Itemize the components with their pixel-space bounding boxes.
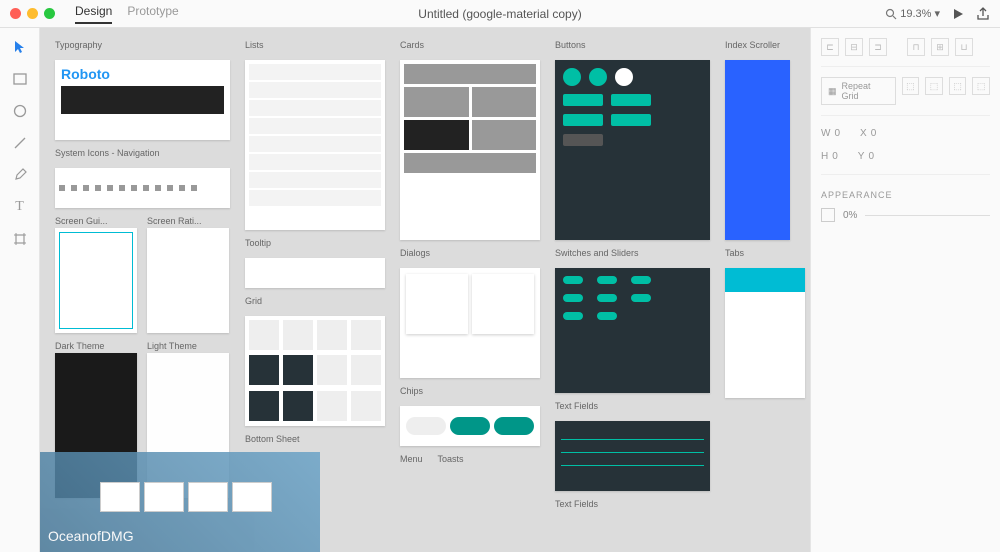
line-tool[interactable] bbox=[11, 134, 29, 152]
minimize-window[interactable] bbox=[27, 8, 38, 19]
toolbar: T bbox=[0, 28, 40, 552]
zoom-control[interactable]: 19.3% ▾ bbox=[885, 7, 940, 20]
label-text-fields: Text Fields bbox=[555, 401, 710, 411]
label-toasts: Toasts bbox=[438, 454, 464, 464]
roboto-text: Roboto bbox=[61, 66, 224, 82]
artboard-switches[interactable] bbox=[555, 268, 710, 393]
label-screen-guide: Screen Gui... bbox=[55, 216, 137, 226]
align-top[interactable]: ⊓ bbox=[907, 38, 925, 56]
artboard-tabs[interactable] bbox=[725, 268, 805, 398]
play-icon[interactable] bbox=[952, 8, 964, 20]
artboard-dialogs[interactable] bbox=[400, 268, 540, 378]
close-window[interactable] bbox=[10, 8, 21, 19]
label-buttons: Buttons bbox=[555, 40, 710, 50]
artboard-screen-guide[interactable] bbox=[55, 228, 137, 333]
search-icon bbox=[885, 8, 897, 20]
op4[interactable]: ⬚ bbox=[972, 77, 990, 95]
artboard-lists[interactable] bbox=[245, 60, 385, 230]
opacity-value[interactable]: 0% bbox=[843, 210, 857, 221]
share-icon[interactable] bbox=[976, 7, 990, 21]
text-tool[interactable]: T bbox=[11, 198, 29, 216]
align-center-h[interactable]: ⊟ bbox=[845, 38, 863, 56]
label-cards: Cards bbox=[400, 40, 540, 50]
artboard-tooltip[interactable] bbox=[245, 258, 385, 288]
canvas[interactable]: Typography Roboto System Icons - Navigat… bbox=[40, 28, 810, 552]
label-sysicons: System Icons - Navigation bbox=[55, 148, 230, 158]
grid-icon: ▦ bbox=[828, 86, 837, 97]
op1[interactable]: ⬚ bbox=[902, 77, 920, 95]
align-right[interactable]: ⊐ bbox=[869, 38, 887, 56]
artboard-buttons[interactable] bbox=[555, 60, 710, 240]
label-menu: Menu bbox=[400, 454, 423, 464]
opacity-swatch[interactable] bbox=[821, 208, 835, 222]
label-dialogs: Dialogs bbox=[400, 248, 540, 258]
label-lists: Lists bbox=[245, 40, 385, 50]
artboard-typography[interactable]: Roboto bbox=[55, 60, 230, 140]
label-bottom-sheet: Bottom Sheet bbox=[245, 434, 385, 444]
artboard-text-fields[interactable] bbox=[555, 421, 710, 491]
select-tool[interactable] bbox=[11, 38, 29, 56]
align-bottom[interactable]: ⊔ bbox=[955, 38, 973, 56]
label-switches: Switches and Sliders bbox=[555, 248, 710, 258]
artboard-screen-ratio[interactable] bbox=[147, 228, 229, 333]
artboard-cards[interactable] bbox=[400, 60, 540, 240]
artboard-grid[interactable] bbox=[245, 316, 385, 426]
align-middle[interactable]: ⊞ bbox=[931, 38, 949, 56]
align-left[interactable]: ⊏ bbox=[821, 38, 839, 56]
properties-panel: ⊏ ⊟ ⊐ ⊓ ⊞ ⊔ ▦ Repeat Grid ⬚ ⬚ ⬚ ⬚ W 0 bbox=[810, 28, 1000, 552]
label-dark-theme: Dark Theme bbox=[55, 341, 137, 351]
op2[interactable]: ⬚ bbox=[925, 77, 943, 95]
label-light-theme: Light Theme bbox=[147, 341, 229, 351]
label-grid: Grid bbox=[245, 296, 385, 306]
document-title: Untitled (google-material copy) bbox=[418, 7, 581, 21]
label-tabs: Tabs bbox=[725, 248, 805, 258]
tab-design[interactable]: Design bbox=[75, 4, 112, 24]
label-chips: Chips bbox=[400, 386, 540, 396]
x-value[interactable]: 0 bbox=[871, 128, 877, 139]
label-tooltip: Tooltip bbox=[245, 238, 385, 248]
y-value[interactable]: 0 bbox=[868, 151, 874, 162]
label-text-fields2: Text Fields bbox=[555, 499, 710, 509]
label-screen-ratio: Screen Rati... bbox=[147, 216, 229, 226]
width-value[interactable]: 0 bbox=[834, 128, 840, 139]
artboard-sysicons[interactable] bbox=[55, 168, 230, 208]
titlebar: Design Prototype Untitled (google-materi… bbox=[0, 0, 1000, 28]
repeat-grid-button[interactable]: ▦ Repeat Grid bbox=[821, 77, 896, 105]
maximize-window[interactable] bbox=[44, 8, 55, 19]
artboard-chips[interactable] bbox=[400, 406, 540, 446]
chevron-down-icon: ▾ bbox=[934, 7, 940, 20]
op3[interactable]: ⬚ bbox=[949, 77, 967, 95]
ellipse-tool[interactable] bbox=[11, 102, 29, 120]
label-typography: Typography bbox=[55, 40, 230, 50]
pen-tool[interactable] bbox=[11, 166, 29, 184]
label-scroller: Index Scroller bbox=[725, 40, 805, 50]
rectangle-tool[interactable] bbox=[11, 70, 29, 88]
artboard-tool[interactable] bbox=[11, 230, 29, 248]
artboard-scroller[interactable] bbox=[725, 60, 790, 240]
appearance-title: APPEARANCE bbox=[821, 190, 990, 200]
opacity-slider[interactable] bbox=[865, 215, 990, 216]
tab-prototype[interactable]: Prototype bbox=[127, 4, 178, 24]
thumbnails bbox=[100, 482, 272, 512]
height-value[interactable]: 0 bbox=[832, 151, 838, 162]
